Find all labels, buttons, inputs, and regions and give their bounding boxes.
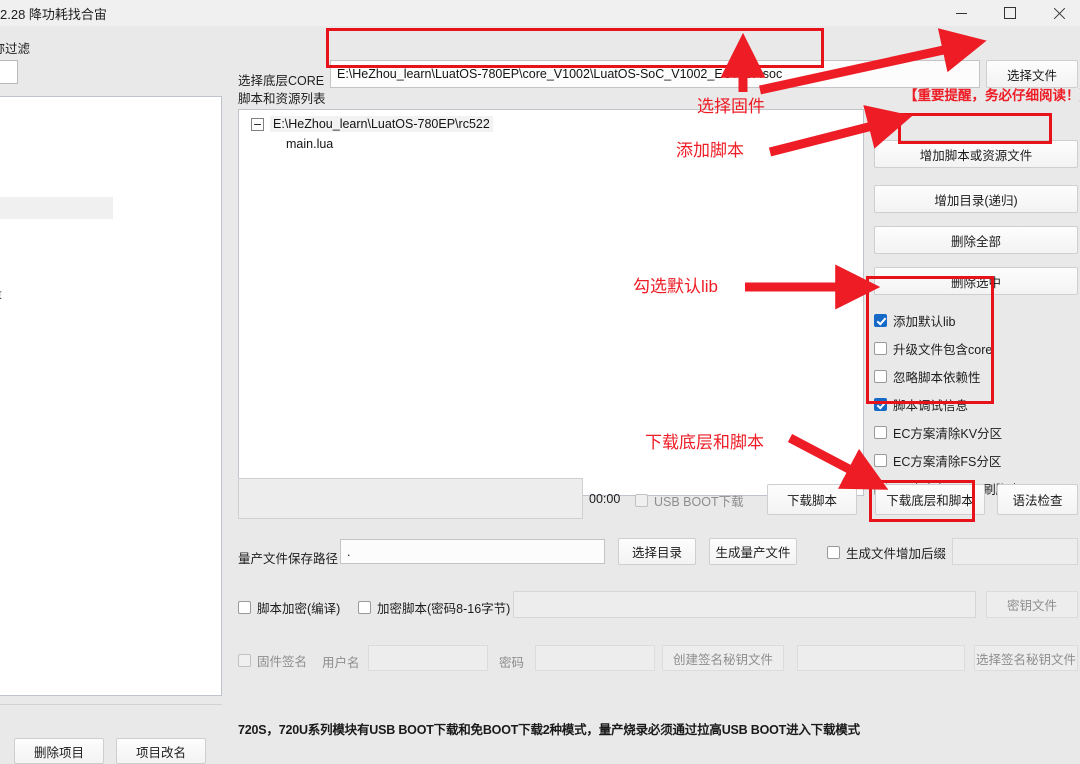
close-button[interactable] — [1036, 0, 1080, 26]
main-panel: 选择底层CORE E:\HeZhou_learn\LuatOS-780EP\co… — [232, 26, 1080, 744]
filter-label: 名称过滤 — [0, 42, 31, 56]
checkbox-firmware-sign[interactable]: 固件签名 — [238, 651, 307, 670]
add-directory-button[interactable]: 增加目录(递归) — [874, 185, 1078, 213]
mass-path-label: 量产文件保存路径 — [238, 552, 339, 566]
generate-mass-file-button[interactable]: 生成量产文件 — [709, 538, 797, 565]
tree-root-row[interactable]: E:\HeZhou_learn\LuatOS-780EP\rc522 — [239, 114, 863, 134]
left-panel: 名称过滤 数量 删除项目 项目改名 — [0, 26, 232, 764]
tree-child-label: main.lua — [286, 137, 334, 151]
syntax-check-button[interactable]: 语法检查 — [997, 484, 1078, 515]
window-title: 2.28 降功耗找合宙 — [0, 7, 107, 22]
rename-project-button[interactable]: 项目改名 — [116, 738, 206, 764]
checkbox-label: EC方案清除FS分区 — [893, 454, 1002, 469]
progress-bar — [238, 478, 583, 519]
checkbox-script-debug-info[interactable]: 脚本调试信息 — [874, 393, 968, 415]
checkbox-label: 忽略脚本依赖性 — [893, 370, 981, 385]
checkbox-icon[interactable] — [358, 601, 371, 614]
download-script-button[interactable]: 下载脚本 — [767, 484, 857, 515]
checkbox-encrypt-script-password[interactable]: 加密脚本(密码8-16字节) — [358, 598, 510, 617]
footer-note: 720S，720U系列模块有USB BOOT下载和免BOOT下载2种模式，量产烧… — [238, 723, 860, 737]
checkbox-label: 固件签名 — [257, 655, 308, 669]
divider — [0, 704, 222, 705]
checkbox-icon[interactable] — [238, 654, 251, 667]
mass-path-input[interactable]: . — [340, 539, 605, 564]
checkbox-ec-clear-kv[interactable]: EC方案清除KV分区 — [874, 421, 1002, 443]
checkbox-label: 添加默认lib — [893, 314, 956, 329]
tree-root-label: E:\HeZhou_learn\LuatOS-780EP\rc522 — [270, 116, 493, 132]
tree-child-row[interactable]: main.lua — [239, 134, 863, 154]
sign-key-input[interactable] — [797, 645, 965, 671]
checkbox-icon[interactable] — [874, 453, 887, 467]
title-bar: 2.28 降功耗找合宙 — [0, 0, 1080, 27]
mass-suffix-input[interactable] — [952, 538, 1078, 565]
checkbox-icon[interactable] — [635, 494, 648, 507]
password-input[interactable] — [535, 645, 655, 671]
checkbox-icon[interactable] — [874, 313, 887, 327]
username-input[interactable] — [368, 645, 488, 671]
list-count-label: 数量 — [0, 283, 2, 302]
core-label: 选择底层CORE — [238, 74, 325, 88]
checkbox-icon[interactable] — [874, 425, 887, 439]
choose-sign-key-button[interactable]: 选择签名秘钥文件 — [974, 645, 1078, 671]
checkbox-icon[interactable] — [827, 546, 840, 559]
maximize-button[interactable] — [987, 0, 1033, 26]
checkbox-script-encrypt-compile[interactable]: 脚本加密(编译) — [238, 598, 340, 617]
script-list-label: 脚本和资源列表 — [238, 92, 326, 106]
checkbox-usb-boot-download[interactable]: USB BOOT下载 — [635, 491, 744, 510]
checkbox-add-default-lib[interactable]: 添加默认lib — [874, 309, 956, 331]
script-resource-tree[interactable]: E:\HeZhou_learn\LuatOS-780EP\rc522 main.… — [238, 109, 864, 496]
add-script-or-resource-button[interactable]: 增加脚本或资源文件 — [874, 140, 1078, 168]
checkbox-ignore-script-dependency[interactable]: 忽略脚本依赖性 — [874, 365, 981, 387]
timer-label: 00:00 — [589, 492, 621, 506]
checkbox-label: 加密脚本(密码8-16字节) — [377, 602, 511, 616]
create-sign-key-button[interactable]: 创建签名秘钥文件 — [662, 645, 784, 671]
download-core-and-script-button[interactable]: 下载底层和脚本 — [875, 484, 985, 515]
delete-project-button[interactable]: 删除项目 — [14, 738, 104, 764]
checkbox-label: 生成文件增加后缀 — [846, 547, 947, 561]
checkbox-add-suffix[interactable]: 生成文件增加后缀 — [827, 543, 946, 562]
close-icon — [1053, 7, 1066, 20]
project-list[interactable]: 数量 — [0, 96, 222, 696]
checkbox-icon[interactable] — [874, 341, 887, 355]
checkbox-label: 脚本加密(编译) — [257, 602, 341, 616]
checkbox-label: 升级文件包含core — [893, 342, 993, 357]
checkbox-label: EC方案清除KV分区 — [893, 426, 1003, 441]
checkbox-icon[interactable] — [238, 601, 251, 614]
list-item[interactable] — [0, 197, 113, 219]
username-label: 用户名 — [322, 656, 360, 670]
delete-all-button[interactable]: 删除全部 — [874, 226, 1078, 254]
checkbox-label: USB BOOT下载 — [654, 495, 744, 509]
filter-input[interactable] — [0, 60, 18, 84]
maximize-icon — [1004, 7, 1016, 19]
checkbox-ec-clear-fs[interactable]: EC方案清除FS分区 — [874, 449, 1001, 471]
encrypt-password-input[interactable] — [513, 591, 976, 618]
minimize-icon — [955, 12, 967, 14]
choose-directory-button[interactable]: 选择目录 — [618, 538, 696, 565]
key-file-button[interactable]: 密钥文件 — [986, 591, 1078, 618]
core-path-input[interactable]: E:\HeZhou_learn\LuatOS-780EP\core_V1002\… — [330, 60, 980, 88]
checkbox-icon[interactable] — [874, 397, 887, 411]
checkbox-label: 脚本调试信息 — [893, 398, 969, 413]
choose-file-button[interactable]: 选择文件 — [986, 60, 1078, 88]
minimize-button[interactable] — [938, 0, 984, 26]
delete-selected-button[interactable]: 删除选中 — [874, 267, 1078, 295]
collapse-icon[interactable] — [251, 117, 264, 131]
checkbox-upgrade-include-core[interactable]: 升级文件包含core — [874, 337, 992, 359]
checkbox-icon[interactable] — [874, 369, 887, 383]
password-label: 密码 — [499, 656, 525, 670]
